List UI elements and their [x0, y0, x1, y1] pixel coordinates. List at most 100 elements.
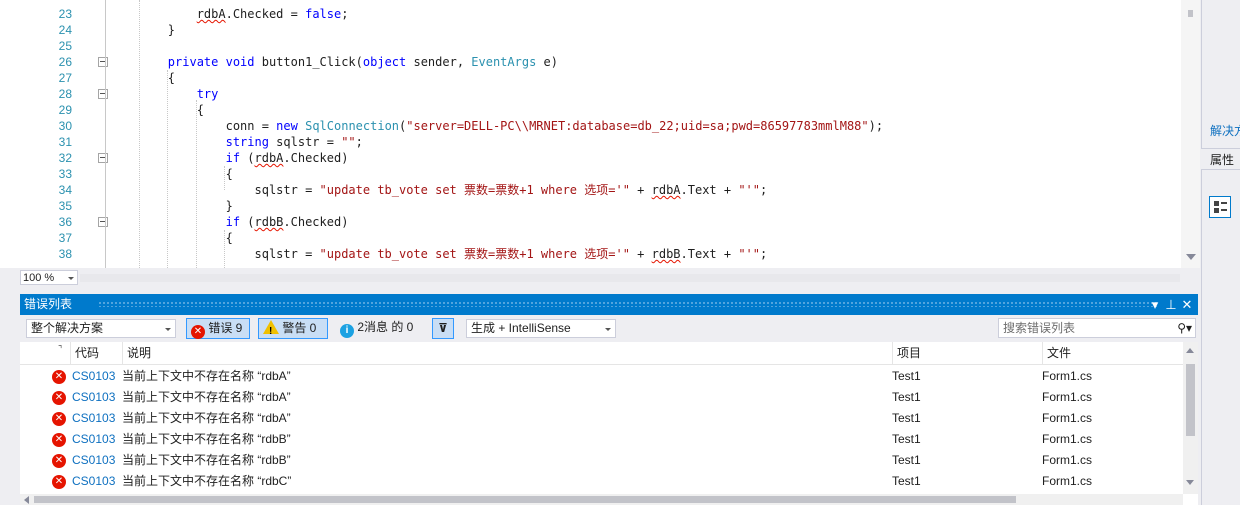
code-token: rdbA [196, 7, 226, 21]
code-token: { [110, 231, 233, 245]
column-header-file[interactable]: 文件 [1042, 342, 1183, 364]
code-token: private [167, 55, 219, 69]
errors-filter-button[interactable]: ✕ 错误 9 [186, 318, 250, 339]
error-project: Test1 [892, 474, 921, 488]
error-project: Test1 [892, 453, 921, 467]
error-row[interactable]: ✕ CS0103 当前上下文中不存在名称 “rdbC” Test1 Form1.cs [20, 471, 1183, 492]
code-token: { [110, 167, 233, 181]
properties-tab[interactable]: 属性 [1201, 148, 1240, 170]
code-token: object [362, 55, 407, 69]
code-line[interactable]: 30 conn = new SqlConnection("server=DELL… [0, 118, 1180, 134]
code-line[interactable]: 24 } [0, 22, 1180, 38]
code-text: private void button1_Click(object sender… [110, 54, 558, 70]
error-row[interactable]: ✕ CS0103 当前上下文中不存在名称 “rdbA” Test1 Form1.cs [20, 366, 1183, 387]
code-line[interactable]: 32 if (rdbA.Checked) [0, 150, 1180, 166]
code-line[interactable]: 27 { [0, 70, 1180, 86]
dropdown-icon[interactable]: ▾ [1148, 294, 1162, 315]
build-filter-value: 生成 + IntelliSense [471, 321, 571, 335]
code-token: ; [355, 135, 363, 149]
code-token: EventArgs [471, 55, 537, 69]
code-line[interactable]: 34 sqlstr = "update tb_vote set 票数=票数+1 … [0, 182, 1180, 198]
pin-icon[interactable]: ⊥ [1164, 294, 1178, 315]
error-code[interactable]: CS0103 [72, 408, 115, 429]
indent-guide [196, 100, 197, 268]
error-list-titlebar[interactable]: 错误列表 ▾ ⊥ ✕ [20, 294, 1198, 315]
editor-vertical-scrollbar[interactable] [1181, 0, 1200, 268]
grid-horizontal-scrollbar[interactable] [20, 494, 1183, 505]
grid-vertical-scrollbar[interactable] [1183, 342, 1198, 494]
error-code[interactable]: CS0103 [72, 429, 115, 450]
line-number: 29 [58, 103, 72, 117]
editor-horizontal-scrollbar[interactable] [80, 274, 1180, 282]
zoom-combo[interactable]: 100 % [20, 270, 78, 285]
collapse-icon[interactable] [98, 153, 108, 163]
search-input[interactable]: 搜索错误列表 ⚲▾ [998, 318, 1196, 338]
code-line[interactable]: 38 sqlstr = "update tb_vote set 票数=票数+1 … [0, 246, 1180, 262]
code-line[interactable]: 28 try [0, 86, 1180, 102]
collapse-icon[interactable] [98, 57, 108, 67]
code-token: } [110, 199, 233, 213]
error-row[interactable]: ✕ CS0103 当前上下文中不存在名称 “rdbA” Test1 Form1.cs [20, 387, 1183, 408]
code-line[interactable]: 35 } [0, 198, 1180, 214]
collapse-icon[interactable] [98, 217, 108, 227]
code-token: rdbA [651, 183, 681, 197]
scroll-down-icon[interactable] [1186, 480, 1194, 485]
build-filter-select[interactable]: 生成 + IntelliSense [466, 319, 616, 338]
error-file: Form1.cs [1042, 453, 1093, 467]
scroll-down-icon[interactable] [1186, 254, 1196, 260]
code-line[interactable]: 25 [0, 38, 1180, 54]
error-project: Test1 [892, 432, 921, 446]
scroll-left-icon[interactable] [24, 496, 29, 504]
code-line[interactable]: 33 { [0, 166, 1180, 182]
code-line[interactable]: 23 rdbA.Checked = false; [0, 6, 1180, 22]
error-row[interactable]: ✕ CS0103 当前上下文中不存在名称 “rdbA” Test1 Form1.cs [20, 408, 1183, 429]
indent-guide [167, 70, 168, 268]
messages-filter-button[interactable]: i 2消息 的 0 [336, 318, 422, 339]
code-editor[interactable]: 23 rdbA.Checked = false; 24 } 25 26 private… [0, 0, 1200, 268]
code-token: "server=DELL-PC\\MRNET:database=db_22;ui… [406, 119, 869, 133]
column-header-description[interactable]: 说明 [122, 342, 892, 364]
code-line[interactable]: 37 { [0, 230, 1180, 246]
scope-select[interactable]: 整个解决方案 [26, 319, 176, 338]
code-line[interactable]: 29 { [0, 102, 1180, 118]
code-line[interactable]: 36 if (rdbB.Checked) [0, 214, 1180, 230]
error-row[interactable]: ✕ CS0103 当前上下文中不存在名称 “rdbB” Test1 Form1.cs [20, 429, 1183, 450]
code-text: try [110, 86, 219, 102]
categorized-view-icon[interactable] [1209, 196, 1231, 218]
search-icon[interactable]: ⚲▾ [1177, 319, 1192, 337]
error-code[interactable]: CS0103 [72, 366, 115, 387]
code-line[interactable]: 26 private void button1_Click(object sen… [0, 54, 1180, 70]
code-token: .Checked) [283, 151, 349, 165]
error-icon: ✕ [52, 433, 66, 447]
solution-explorer-tab[interactable]: 解决方 [1210, 122, 1240, 139]
error-icon: ✕ [52, 370, 66, 384]
code-token: ; [760, 247, 768, 261]
error-code[interactable]: CS0103 [72, 387, 115, 408]
code-text: } [110, 22, 175, 38]
error-code[interactable]: CS0103 [72, 471, 115, 492]
warnings-filter-button[interactable]: ! 警告 0 [258, 318, 328, 339]
code-text: { [110, 230, 233, 246]
info-icon: i [340, 324, 354, 338]
column-header-project[interactable]: 项目 [892, 342, 1042, 364]
collapse-icon[interactable] [98, 89, 108, 99]
sort-icon[interactable]: ⌝ [20, 342, 70, 364]
scroll-up-icon[interactable] [1186, 348, 1194, 353]
code-token: sqlstr = [110, 247, 320, 261]
scroll-thumb[interactable] [34, 496, 1016, 503]
error-row[interactable]: ✕ CS0103 当前上下文中不存在名称 “rdbB” Test1 Form1.cs [20, 450, 1183, 471]
column-header-code[interactable]: 代码 [70, 342, 122, 364]
line-number: 25 [58, 39, 72, 53]
code-token: false [305, 7, 342, 21]
scroll-thumb[interactable] [1186, 364, 1195, 436]
error-code[interactable]: CS0103 [72, 450, 115, 471]
search-placeholder: 搜索错误列表 [1003, 321, 1076, 335]
code-line[interactable]: 31 string sqlstr = ""; [0, 134, 1180, 150]
filter-icon[interactable]: ⊽ [432, 318, 454, 339]
drag-grip[interactable] [98, 301, 1158, 307]
close-icon[interactable]: ✕ [1180, 294, 1194, 315]
warnings-label: 警告 0 [282, 321, 317, 335]
code-token: ); [868, 119, 884, 133]
